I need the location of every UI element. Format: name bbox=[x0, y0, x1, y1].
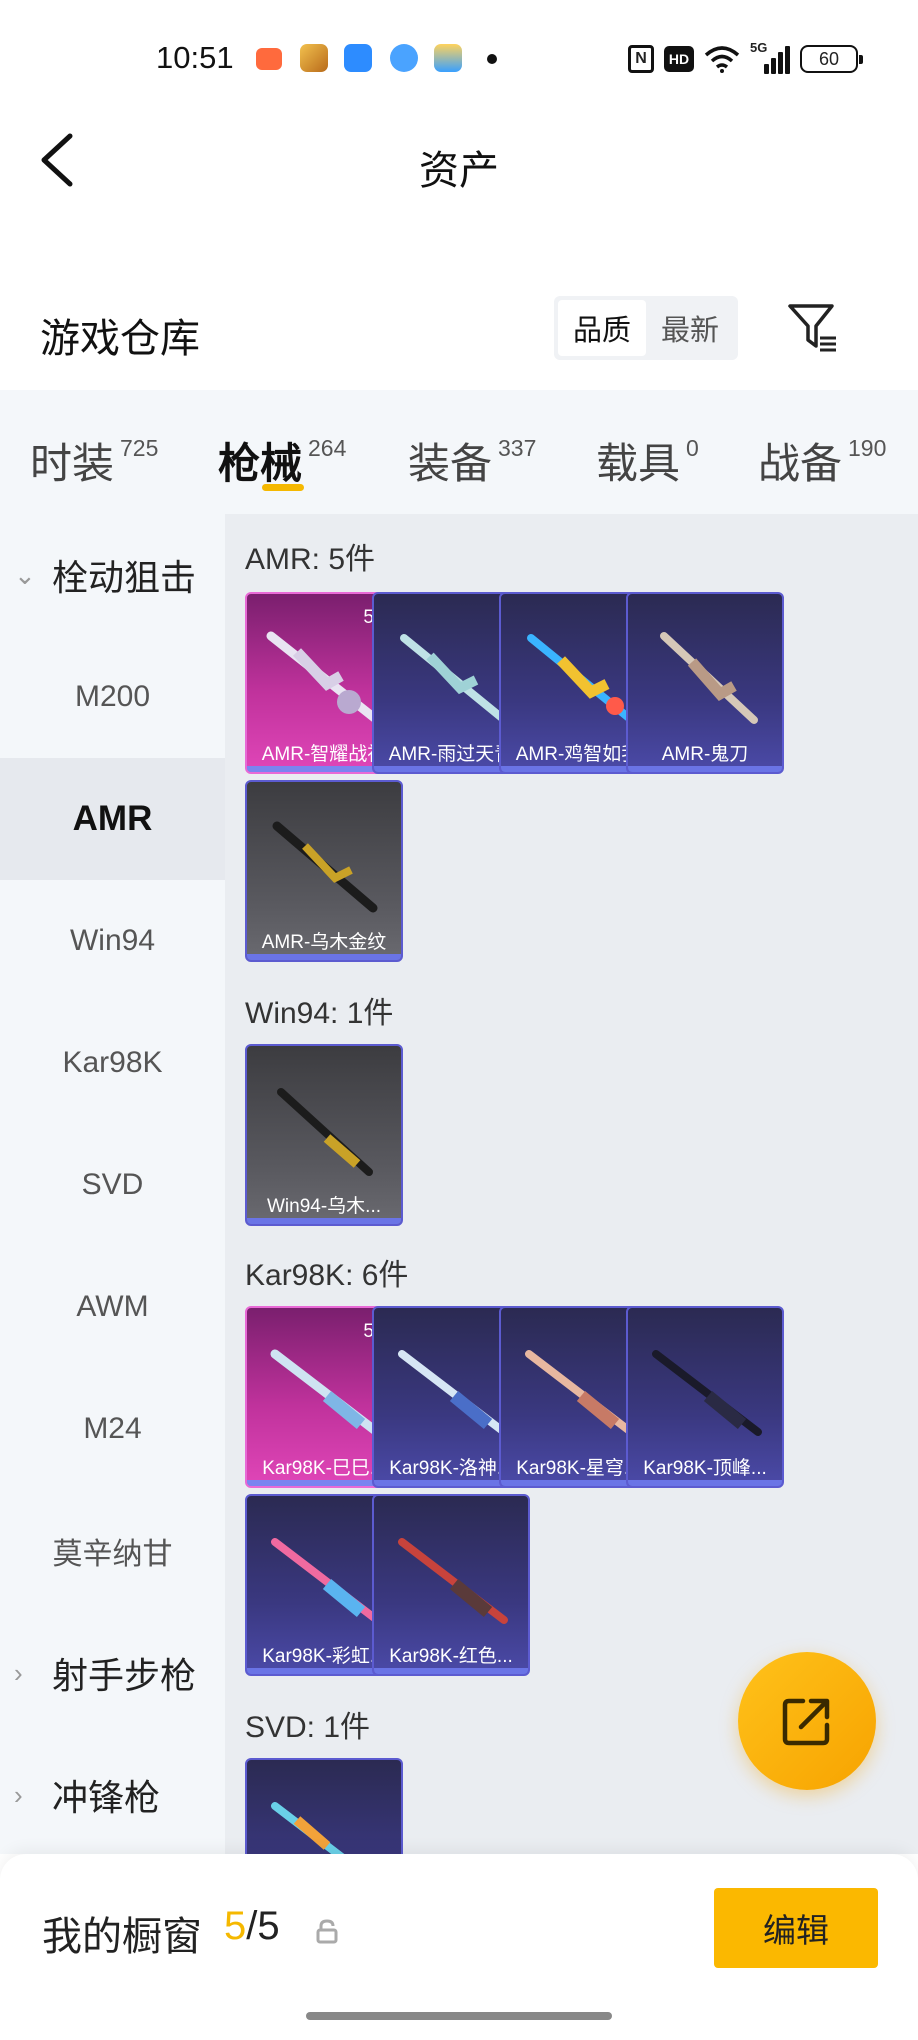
sidebar-group-marksman[interactable]: › 射手步枪 bbox=[14, 1612, 196, 1734]
showcase-count-total: 5 bbox=[257, 1904, 280, 1948]
status-time: 10:51 bbox=[156, 40, 234, 75]
section-title-svd: SVD: 1件 bbox=[245, 1711, 371, 1744]
page-title: 资产 bbox=[419, 149, 499, 193]
tab-equipment[interactable]: 装备 337 bbox=[408, 430, 536, 491]
sidebar-group-label: 栓动狙击 bbox=[52, 557, 197, 598]
wallet-app-icon bbox=[434, 44, 462, 72]
category-tabs: 时装 725 枪械 264 装备 337 载具 0 战备 190 bbox=[0, 390, 918, 514]
wifi-icon bbox=[704, 46, 740, 73]
showcase-label: 我的橱窗 bbox=[42, 1915, 202, 1959]
showcase-count-current: 5 bbox=[224, 1904, 247, 1948]
tab-count: 725 bbox=[120, 435, 159, 461]
chevron-down-icon: ⌄ bbox=[14, 559, 36, 590]
rarity-bar bbox=[247, 1218, 401, 1224]
more-notifications-icon bbox=[487, 54, 497, 64]
active-tab-indicator bbox=[262, 484, 304, 491]
tab-label: 战备 bbox=[758, 440, 843, 487]
edit-button[interactable]: 编辑 bbox=[714, 1888, 878, 1968]
tab-vehicles[interactable]: 载具 0 bbox=[596, 430, 699, 491]
tab-label: 装备 bbox=[408, 440, 493, 487]
game-app-icon-2 bbox=[300, 44, 328, 72]
sidebar-item-awm[interactable]: AWM bbox=[0, 1246, 225, 1368]
sidebar-group-smg[interactable]: › 冲锋枪 bbox=[14, 1734, 160, 1856]
sidebar-group-bolt-action[interactable]: ⌄ 栓动狙击 bbox=[14, 514, 196, 636]
showcase-count-separator: / bbox=[246, 1904, 258, 1948]
tab-count: 264 bbox=[308, 435, 347, 461]
filter-icon[interactable] bbox=[786, 300, 838, 356]
rifle-icon bbox=[660, 632, 758, 724]
sidebar-item-svd[interactable]: SVD bbox=[0, 1124, 225, 1246]
sidebar-item-m200[interactable]: M200 bbox=[0, 636, 225, 758]
weapon-name: Kar98K-顶峰... bbox=[643, 1458, 767, 1479]
tab-label: 时装 bbox=[30, 440, 115, 487]
status-bar: 10:51 N HD 5G 60 bbox=[0, 0, 918, 120]
sidebar-item-win94[interactable]: Win94 bbox=[0, 880, 225, 1002]
weapon-card[interactable]: Kar98K-顶峰... bbox=[626, 1306, 784, 1488]
rarity-bar bbox=[374, 1668, 528, 1674]
chevron-right-icon: › bbox=[14, 1779, 23, 1810]
battery-icon: 60 bbox=[800, 45, 863, 73]
sidebar-item-mosin[interactable]: 莫辛纳甘 bbox=[0, 1490, 225, 1612]
showcase-count: 5/5 bbox=[224, 1904, 280, 1949]
weapon-card[interactable]: AMR-乌木金纹 bbox=[245, 780, 403, 962]
weapon-name: Win94-乌木... bbox=[266, 1196, 382, 1217]
sidebar-item-kar98k[interactable]: Kar98K bbox=[0, 1002, 225, 1124]
hd-icon: HD bbox=[664, 46, 694, 72]
rifle-icon bbox=[271, 1802, 345, 1854]
external-link-icon bbox=[782, 1698, 830, 1746]
sidebar-item-m24[interactable]: M24 bbox=[0, 1368, 225, 1490]
rifle-icon bbox=[652, 1350, 762, 1436]
tab-firearms[interactable]: 枪械 264 bbox=[218, 430, 346, 491]
weapon-name: Kar98K-红色... bbox=[389, 1646, 513, 1667]
sidebar-group-label: 冲锋枪 bbox=[52, 1777, 161, 1818]
weapon-card[interactable]: Kar98K-红色... bbox=[372, 1494, 530, 1676]
warehouse-title: 游戏仓库 bbox=[40, 317, 200, 361]
weapon-type-sidebar: ⌄ 栓动狙击 M200 AMR Win94 Kar98K SVD AWM M24… bbox=[0, 514, 225, 1854]
weapon-name: AMR-鬼刀 bbox=[661, 744, 749, 765]
weapon-card[interactable]: Win94-乌木... bbox=[245, 1044, 403, 1226]
share-button[interactable] bbox=[738, 1652, 876, 1790]
section-title-amr: AMR: 5件 bbox=[245, 543, 376, 576]
sort-toggle: 品质 最新 bbox=[554, 296, 738, 360]
network-type-label: 5G bbox=[750, 40, 768, 55]
sort-option-newest[interactable]: 最新 bbox=[646, 300, 734, 356]
nfc-icon: N bbox=[628, 45, 654, 73]
sidebar-group-label: 射手步枪 bbox=[52, 1655, 197, 1696]
sort-option-quality[interactable]: 品质 bbox=[558, 300, 646, 356]
weapon-card[interactable] bbox=[245, 1758, 403, 1854]
rarity-bar bbox=[628, 1480, 782, 1486]
rifle-icon bbox=[277, 1088, 373, 1176]
weapon-name: AMR-乌木金纹 bbox=[261, 932, 387, 953]
rarity-bar bbox=[247, 954, 401, 960]
tab-label: 枪械 bbox=[218, 440, 303, 487]
sidebar-item-amr[interactable]: AMR bbox=[0, 758, 225, 880]
tab-supplies[interactable]: 战备 190 bbox=[758, 430, 886, 491]
section-title-win94: Win94: 1件 bbox=[245, 997, 394, 1030]
tab-count: 337 bbox=[498, 435, 537, 461]
game-app-icon bbox=[256, 48, 282, 70]
battery-level: 60 bbox=[818, 48, 840, 69]
tab-count: 190 bbox=[848, 435, 887, 461]
rifle-icon bbox=[272, 821, 378, 913]
tab-count: 0 bbox=[686, 435, 699, 461]
message-app-icon bbox=[390, 44, 418, 72]
tab-fashion[interactable]: 时装 725 bbox=[30, 430, 158, 491]
chevron-right-icon: › bbox=[14, 1657, 23, 1688]
weapon-card[interactable]: AMR-鬼刀 bbox=[626, 592, 784, 774]
rifle-icon bbox=[398, 1538, 508, 1624]
section-title-kar98k: Kar98K: 6件 bbox=[245, 1259, 409, 1292]
calendar-app-icon bbox=[344, 44, 372, 72]
home-indicator[interactable] bbox=[306, 2012, 612, 2020]
rarity-bar bbox=[628, 766, 782, 772]
signal-icon: 5G bbox=[750, 40, 790, 74]
lock-icon bbox=[316, 1919, 338, 1944]
tab-label: 载具 bbox=[596, 440, 681, 487]
